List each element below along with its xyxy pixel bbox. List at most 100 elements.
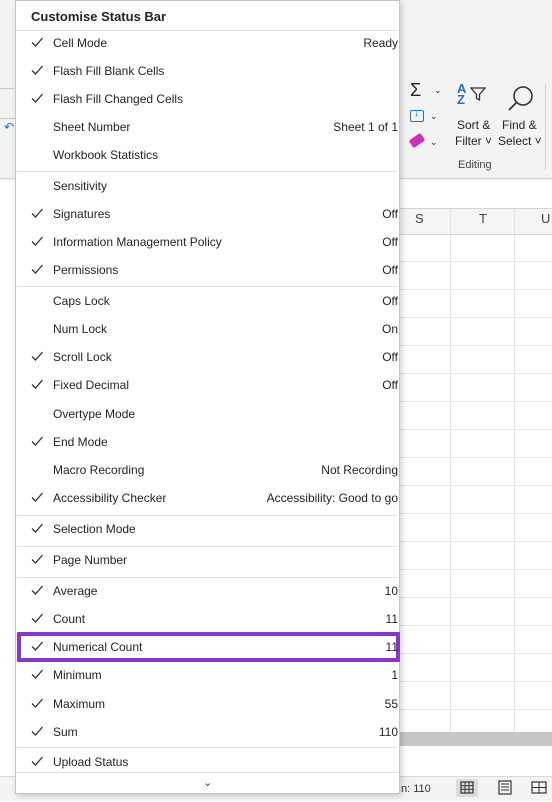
menu-item-average[interactable]: Average 10 [16, 578, 399, 606]
menu-item-sheet-number[interactable]: Sheet Number Sheet 1 of 1 [16, 114, 399, 142]
menu-item-label: Page Number [53, 553, 128, 567]
column-header-u[interactable]: U [541, 211, 550, 226]
menu-item-minimum[interactable]: Minimum 1 [16, 662, 399, 690]
menu-item-scroll-lock[interactable]: Scroll Lock Off [16, 344, 399, 372]
menu-item-value: Accessibility: Good to go [266, 491, 398, 505]
menu-item-value: Sheet 1 of 1 [333, 120, 398, 134]
find-select-label-2[interactable]: Select ˅ [498, 134, 542, 148]
menu-item-label: Selection Mode [53, 522, 136, 536]
menu-item-value: Off [382, 235, 398, 249]
menu-item-label: Scroll Lock [53, 350, 112, 364]
menu-divider [17, 515, 398, 516]
menu-item-count[interactable]: Count 11 [16, 606, 399, 634]
status-sum: n: 110 [401, 783, 431, 795]
menu-item-information-management-policy[interactable]: Information Management Policy Off [16, 229, 399, 257]
page-break-button[interactable] [528, 779, 550, 797]
undo-icon[interactable]: ↶ [4, 120, 14, 134]
menu-item-label: Macro Recording [53, 463, 145, 477]
menu-item-value: Not Recording [321, 463, 398, 477]
menu-item-label: Num Lock [53, 322, 108, 336]
editing-group-label: Editing [458, 159, 492, 171]
menu-divider [17, 577, 398, 578]
check-icon [31, 756, 43, 766]
check-icon [31, 379, 43, 389]
check-icon [31, 726, 43, 736]
menu-item-value: 110 [378, 725, 398, 739]
sort-filter-label-2[interactable]: Filter ˅ [455, 134, 492, 148]
grid-icon [460, 781, 474, 794]
grid-line [396, 541, 552, 542]
menu-item-end-mode[interactable]: End Mode [16, 429, 399, 457]
menu-scroll-more-button[interactable]: ⌄ [16, 772, 399, 794]
grid-line [396, 709, 552, 710]
menu-item-selection-mode[interactable]: Selection Mode [16, 516, 399, 544]
menu-item-label: Sum [53, 725, 78, 739]
grid-line [396, 653, 552, 654]
menu-item-label: Sensitivity [53, 179, 108, 193]
check-icon [31, 698, 43, 708]
menu-item-value: Ready [363, 36, 398, 50]
menu-item-cell-mode[interactable]: Cell Mode Ready [16, 30, 399, 58]
chevron-down-icon: ⌄ [203, 777, 213, 789]
filter-icon[interactable] [470, 86, 486, 102]
menu-divider [17, 286, 398, 287]
grid-line [396, 569, 552, 570]
menu-item-label: Sheet Number [53, 120, 131, 134]
column-header-t[interactable]: T [479, 211, 487, 226]
check-icon [31, 641, 43, 651]
menu-item-accessibility-checker[interactable]: Accessibility Checker Accessibility: Good… [16, 485, 399, 513]
sort-az-icon[interactable]: A Z [457, 82, 466, 106]
horizontal-scrollbar[interactable] [396, 732, 552, 746]
sigma-icon[interactable]: Σ [410, 80, 421, 101]
normal-view-button[interactable] [456, 779, 478, 797]
menu-item-signatures[interactable]: Signatures Off [16, 201, 399, 229]
menu-item-label: Flash Fill Changed Cells [53, 92, 184, 106]
menu-item-label: End Mode [53, 435, 108, 449]
check-icon [31, 436, 43, 446]
menu-item-permissions[interactable]: Permissions Off [16, 257, 399, 285]
menu-item-value: Off [382, 294, 398, 308]
menu-item-overtype-mode[interactable]: Overtype Mode [16, 401, 399, 429]
menu-item-label: Upload Status [53, 755, 129, 769]
menu-item-sensitivity[interactable]: Sensitivity [16, 173, 399, 201]
menu-item-caps-lock[interactable]: Caps Lock Off [16, 288, 399, 316]
menu-item-flash-fill-blank-cells[interactable]: Flash Fill Blank Cells [16, 58, 399, 86]
menu-item-value: Off [382, 263, 398, 277]
menu-item-workbook-statistics[interactable]: Workbook Statistics [16, 142, 399, 170]
menu-item-macro-recording[interactable]: Macro Recording Not Recording [16, 457, 399, 485]
menu-item-maximum[interactable]: Maximum 55 [16, 691, 399, 719]
column-header-s[interactable]: S [415, 211, 424, 226]
menu-item-fixed-decimal[interactable]: Fixed Decimal Off [16, 372, 399, 400]
fill-dropdown-icon[interactable]: ⌄ [430, 111, 438, 122]
grid-line [396, 513, 552, 514]
grid-line [396, 289, 552, 290]
menu-item-label: Signatures [53, 207, 111, 221]
magnifier-icon[interactable] [506, 84, 536, 114]
page-break-icon [531, 781, 547, 794]
ribbon-separator [545, 84, 546, 170]
menu-item-flash-fill-changed-cells[interactable]: Flash Fill Changed Cells [16, 86, 399, 114]
menu-item-page-number[interactable]: Page Number [16, 547, 399, 575]
menu-item-label: Accessibility Checker [53, 491, 167, 505]
menu-item-value: 1 [391, 668, 398, 682]
menu-item-label: Fixed Decimal [53, 378, 130, 392]
autosum-dropdown-icon[interactable]: ⌄ [434, 85, 442, 96]
clear-dropdown-icon[interactable]: ⌄ [430, 137, 438, 148]
find-select-label-1[interactable]: Find & [502, 118, 537, 132]
sort-filter-label-1[interactable]: Sort & [457, 118, 490, 132]
menu-item-value: On [381, 322, 398, 336]
menu-item-label: Flash Fill Blank Cells [53, 64, 165, 78]
grid-line [396, 457, 552, 458]
page-layout-button[interactable] [494, 779, 516, 797]
menu-item-numerical-count[interactable]: Numerical Count 11 [16, 632, 400, 662]
check-icon [31, 37, 43, 47]
menu-item-label: Count [53, 612, 86, 626]
grid-line [396, 485, 552, 486]
check-icon [31, 65, 43, 75]
menu-item-label: Permissions [53, 263, 119, 277]
menu-divider [17, 747, 398, 748]
menu-item-num-lock[interactable]: Num Lock On [16, 316, 399, 344]
menu-item-label: Workbook Statistics [53, 148, 159, 162]
page-layout-icon [498, 780, 512, 795]
menu-item-sum[interactable]: Sum 110 [16, 719, 399, 747]
